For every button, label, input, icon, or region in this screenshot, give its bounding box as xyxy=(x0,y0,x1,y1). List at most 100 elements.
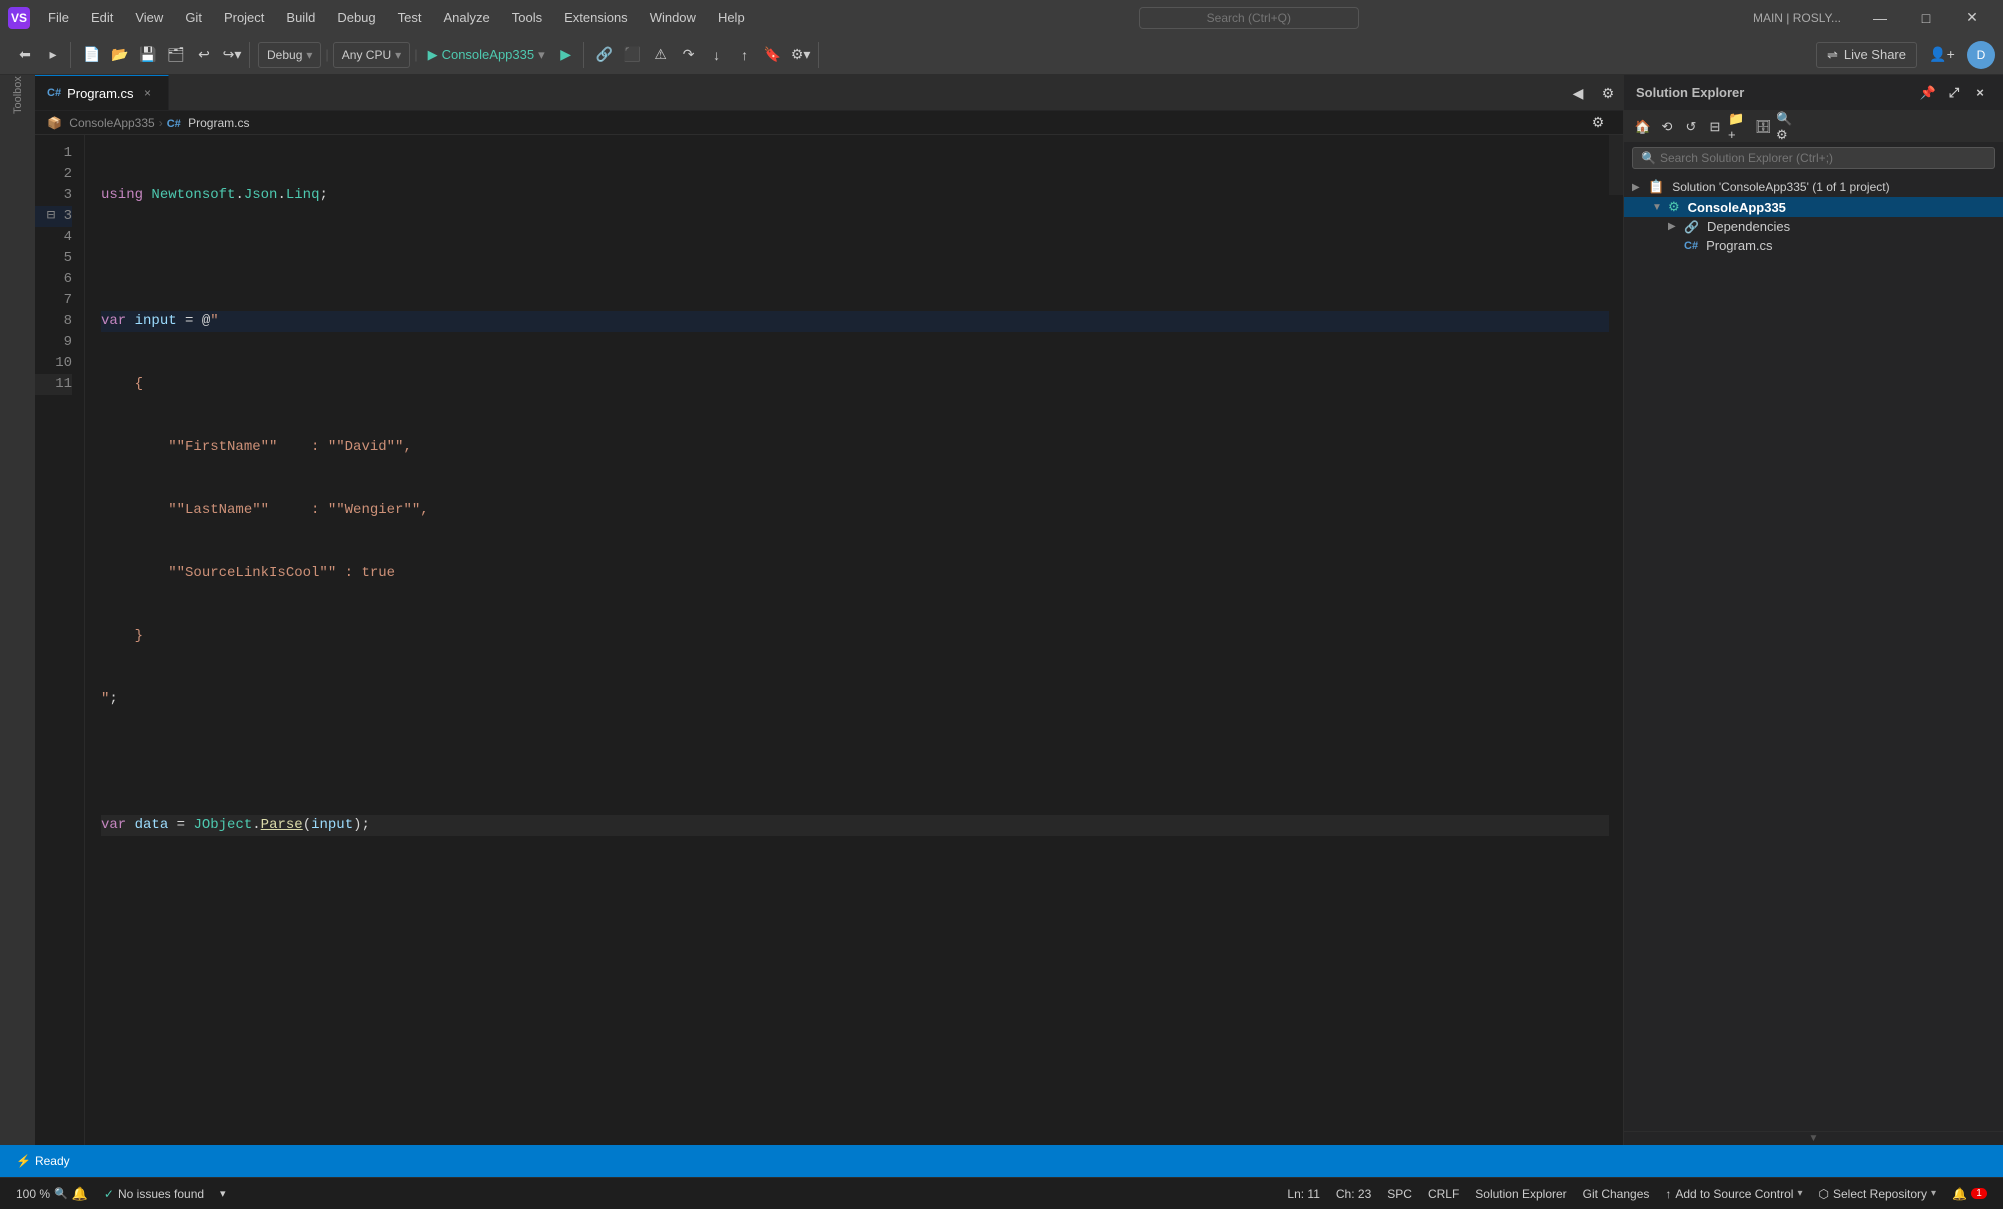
exceptions-button[interactable]: ⚠ xyxy=(648,42,674,68)
sb2-crlf[interactable]: CRLF xyxy=(1420,1187,1467,1201)
menu-extensions[interactable]: Extensions xyxy=(554,8,638,27)
se-float-button[interactable]: ⤢ xyxy=(1943,82,1965,104)
se-pin-button[interactable]: 📌 xyxy=(1917,82,1939,104)
forward-icon: ▸ xyxy=(49,46,56,63)
title-search-input[interactable] xyxy=(1139,7,1359,29)
platform-dropdown-icon: ▾ xyxy=(395,48,401,62)
se-refresh-btn[interactable]: ↺ xyxy=(1680,116,1702,138)
se-search-input[interactable] xyxy=(1660,151,1982,165)
breakpoints-button[interactable]: ⬛ xyxy=(620,42,646,68)
tab-bar: C# Program.cs × ◀ ⚙ xyxy=(35,75,1623,111)
vs-logo: VS xyxy=(8,7,30,29)
sb2-ln-ch[interactable]: Ln: 11 Ch: 23 xyxy=(1279,1187,1379,1201)
se-file-icon: C# xyxy=(1684,240,1698,252)
se-program-cs-item[interactable]: ▶ C# Program.cs xyxy=(1624,236,2003,255)
back-button[interactable]: ⬅ xyxy=(12,42,38,68)
tab-scroll-left[interactable]: ◀ xyxy=(1565,80,1591,106)
debug-config-dropdown[interactable]: Debug ▾ xyxy=(258,42,321,68)
step-into-button[interactable]: ↓ xyxy=(704,42,730,68)
se-collapse-btn[interactable]: ⊟ xyxy=(1704,116,1726,138)
menu-test[interactable]: Test xyxy=(388,8,432,27)
settings-dropdown[interactable]: ⚙▾ xyxy=(788,42,814,68)
attach-button[interactable]: 🔗 xyxy=(592,42,618,68)
redo-dropdown[interactable]: ↪▾ xyxy=(219,42,245,68)
se-close-button[interactable]: × xyxy=(1969,82,1991,104)
sb2-git-changes-tab[interactable]: Git Changes xyxy=(1575,1187,1658,1201)
open-file-button[interactable]: 📂 xyxy=(107,42,133,68)
new-file-button[interactable]: 📄 xyxy=(79,42,105,68)
menu-window[interactable]: Window xyxy=(640,8,706,27)
sb2-errors[interactable]: ▾ xyxy=(212,1178,234,1209)
maximize-button[interactable]: □ xyxy=(1903,0,1949,35)
se-solution-item[interactable]: ▶ 📋 Solution 'ConsoleApp335' (1 of 1 pro… xyxy=(1624,177,2003,197)
sb2-select-repository[interactable]: ⬡ Select Repository ▾ xyxy=(1810,1187,1944,1201)
menu-edit[interactable]: Edit xyxy=(81,8,123,27)
menu-git[interactable]: Git xyxy=(175,8,212,27)
run-start-icon: ▶ xyxy=(560,46,571,63)
menu-analyze[interactable]: Analyze xyxy=(433,8,499,27)
main-roslyn-label[interactable]: MAIN | ROSLY... xyxy=(1743,9,1851,27)
save-button[interactable]: 💾 xyxy=(135,42,161,68)
forward-button[interactable]: ▸ xyxy=(40,42,66,68)
se-header-actions: 📌 ⤢ × xyxy=(1917,82,1991,104)
se-project-item[interactable]: ▼ ⚙ ConsoleApp335 xyxy=(1624,197,2003,217)
se-deps-icon: 🔗 xyxy=(1684,220,1699,234)
notifications-bell: 🔔 xyxy=(1952,1187,1967,1201)
breadcrumb-settings[interactable]: ⚙ xyxy=(1585,110,1611,136)
run-start-button[interactable]: ▶ xyxy=(553,42,579,68)
se-home-btn[interactable]: 🏠 xyxy=(1632,116,1654,138)
menu-project[interactable]: Project xyxy=(214,8,274,27)
close-button[interactable]: ✕ xyxy=(1949,0,1995,35)
tab-overflow-button[interactable]: ⚙ xyxy=(1595,80,1621,106)
toolbox-icon[interactable]: Toolbox xyxy=(4,81,32,109)
user-icon[interactable]: 👤+ xyxy=(1929,42,1955,68)
save-all-button[interactable]: 🗂 xyxy=(163,42,189,68)
toolbar-debug-group: Debug ▾ | Any CPU ▾ | ▶ ConsoleApp335 ▾ … xyxy=(254,42,584,68)
code-content[interactable]: using Newtonsoft.Json.Linq; var input = … xyxy=(85,135,1609,1145)
sb2-spc[interactable]: SPC xyxy=(1379,1187,1420,1201)
sb2-notifications[interactable]: 🔔 1 xyxy=(1944,1187,1995,1201)
minimap xyxy=(1609,135,1623,1145)
breadcrumb-project[interactable]: 📦 ConsoleApp335 xyxy=(47,116,155,130)
se-sync-btn[interactable]: ⟲ xyxy=(1656,116,1678,138)
bookmark-button[interactable]: 🔖 xyxy=(760,42,786,68)
toolbar-extra-group: 🔗 ⬛ ⚠ ↷ ↓ ↑ 🔖 ⚙▾ xyxy=(588,42,819,68)
menu-file[interactable]: File xyxy=(38,8,79,27)
menu-build[interactable]: Build xyxy=(276,8,325,27)
code-editor[interactable]: 1 2 3 ⊟ 3 4 5 6 7 8 9 10 11 using Newton… xyxy=(35,135,1623,1145)
sb2-zoom[interactable]: 100 % 🔍 🔔 xyxy=(8,1178,96,1209)
attach-icon: 🔗 xyxy=(596,46,613,63)
breadcrumb-file[interactable]: C# Program.cs xyxy=(167,116,250,130)
editor-area: C# Program.cs × ◀ ⚙ 📦 ConsoleApp335 › C#… xyxy=(35,75,1623,1145)
se-show-files-btn[interactable]: 🗄 xyxy=(1752,116,1774,138)
platform-dropdown[interactable]: Any CPU ▾ xyxy=(333,42,410,68)
run-button[interactable]: ▶ ConsoleApp335 ▾ xyxy=(422,45,551,65)
sb2-no-issues[interactable]: ✓ No issues found xyxy=(96,1178,212,1209)
tab-close-button[interactable]: × xyxy=(140,85,156,101)
menu-debug[interactable]: Debug xyxy=(327,8,385,27)
live-share-button[interactable]: ⇌ Live Share xyxy=(1816,42,1917,68)
breadcrumb-sep1: › xyxy=(159,116,163,130)
step-over-button[interactable]: ↷ xyxy=(676,42,702,68)
tab-program-cs[interactable]: C# Program.cs × xyxy=(35,75,169,110)
minimap-viewport xyxy=(1609,135,1623,195)
step-over-icon: ↷ xyxy=(683,46,695,63)
step-out-button[interactable]: ↑ xyxy=(732,42,758,68)
menu-tools[interactable]: Tools xyxy=(502,8,552,27)
sb2-right: Ln: 11 Ch: 23 SPC CRLF Solution Explorer… xyxy=(1279,1187,1995,1201)
menu-view[interactable]: View xyxy=(125,8,173,27)
zoom-icon: 🔍 xyxy=(54,1187,68,1200)
sb-ready[interactable]: ⚡ Ready xyxy=(8,1145,78,1177)
menu-help[interactable]: Help xyxy=(708,8,755,27)
se-new-solution-folder-btn[interactable]: 📁+ xyxy=(1728,116,1750,138)
profile-avatar[interactable]: D xyxy=(1967,41,1995,69)
sb2-add-source-control[interactable]: ↑ Add to Source Control ▾ xyxy=(1657,1187,1810,1201)
se-filter-btn[interactable]: 🔍⚙ xyxy=(1776,116,1798,138)
se-dependencies-item[interactable]: ▶ 🔗 Dependencies xyxy=(1624,217,2003,236)
sb2-solution-explorer-tab[interactable]: Solution Explorer xyxy=(1467,1187,1574,1201)
minimize-button[interactable]: — xyxy=(1857,0,1903,35)
undo-button[interactable]: ↩ xyxy=(191,42,217,68)
live-share-icon: ⇌ xyxy=(1827,47,1838,63)
title-bar-right: MAIN | ROSLY... — □ ✕ xyxy=(1743,0,1995,35)
source-control-dropdown: ▾ xyxy=(1797,1188,1802,1199)
